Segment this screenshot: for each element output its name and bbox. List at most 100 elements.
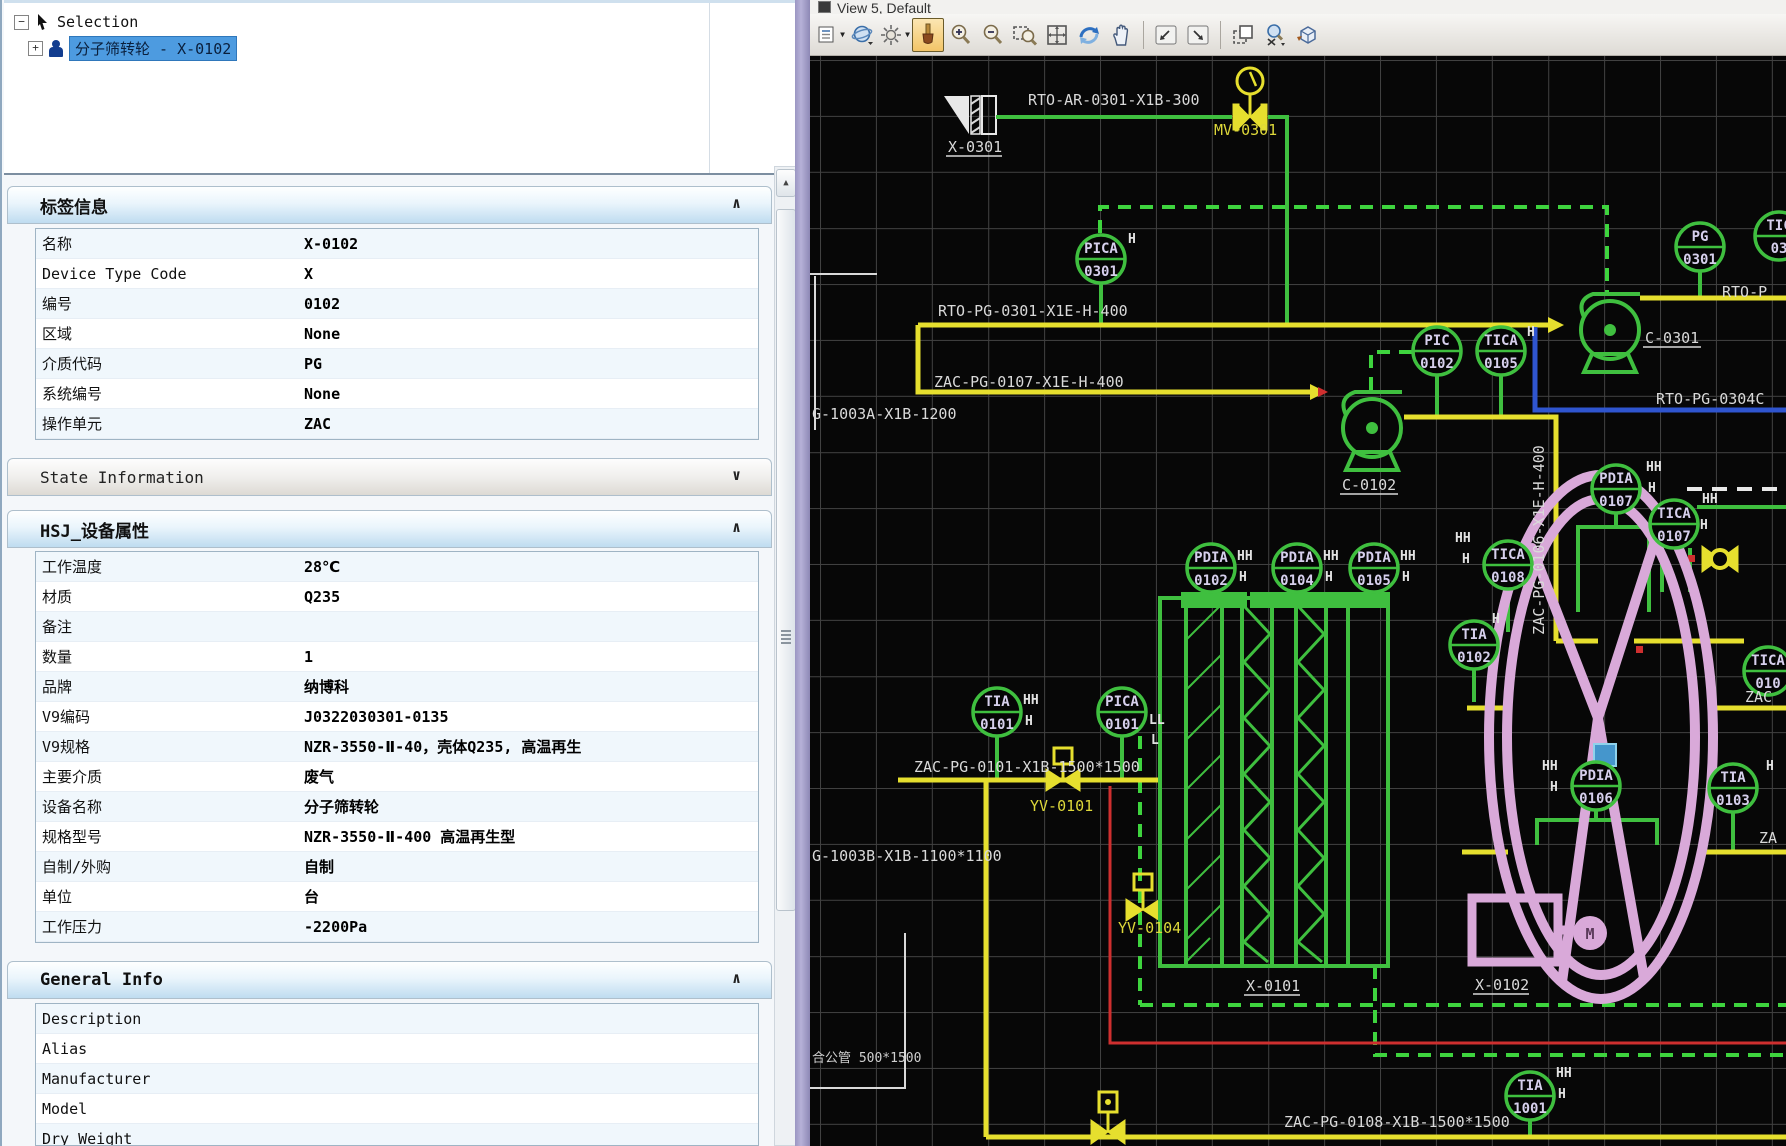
zoom-window-icon[interactable] (1010, 19, 1040, 51)
instrument-PG-0301[interactable]: PG 0301 (1676, 223, 1724, 271)
view-list-icon[interactable]: ▼ (816, 19, 846, 51)
zoom-in-icon[interactable] (946, 19, 976, 51)
section-header-tag-info[interactable]: 标签信息 ∧ (7, 186, 772, 224)
pid-drawing: M PICA 0301 H PG 0301 (810, 56, 1786, 1146)
view-previous-icon[interactable] (1151, 19, 1181, 51)
collapse-chevron-icon[interactable]: ∧ (732, 194, 741, 212)
hsj-table: 工作温度28℃ 材质Q235 备注 数量1 品牌纳博科 V9编码J0322030… (35, 551, 759, 943)
property-row[interactable]: 自制/外购自制 (36, 852, 758, 882)
property-row[interactable]: 区域None (36, 319, 758, 349)
tree-node-x0102[interactable]: + 分子筛转轮 - X-0102 (28, 37, 237, 59)
instrument-TICA-0107[interactable]: TICA 0107 (1650, 500, 1698, 548)
zoom-section-icon[interactable] (1260, 19, 1290, 51)
panel-splitter[interactable] (795, 0, 810, 1146)
equipment-X-0301[interactable] (944, 96, 996, 134)
svg-text:HH: HH (1323, 549, 1339, 564)
collapse-chevron-icon[interactable]: ∧ (732, 969, 741, 987)
property-row[interactable]: 设备名称分子筛转轮 (36, 792, 758, 822)
svg-text:L: L (1151, 733, 1159, 748)
paint-select-icon[interactable] (912, 18, 944, 52)
scroll-up-icon[interactable]: ▲ (776, 169, 796, 197)
property-row[interactable]: V9编码J0322030301-0135 (36, 702, 758, 732)
svg-text:0101: 0101 (1105, 717, 1139, 733)
equipment-X-0101[interactable] (1160, 594, 1388, 966)
instrument-TIC-03[interactable]: TIC 03 (1755, 212, 1786, 260)
pan-hand-icon[interactable] (1106, 19, 1136, 51)
valve-control-right[interactable] (1702, 546, 1738, 572)
section-header-general-info[interactable]: General Info ∧ (7, 961, 772, 999)
tree-collapse-icon[interactable]: − (14, 15, 29, 30)
instrument-PICA-0301[interactable]: PICA 0301 (1077, 235, 1125, 283)
svg-text:PIC: PIC (1424, 333, 1449, 349)
render-sun-icon[interactable]: ▼ (880, 19, 910, 51)
property-row[interactable]: V9规格NZR-3550-Ⅱ-40，壳体Q235, 高温再生 (36, 732, 758, 762)
equipment-C-0102[interactable] (1343, 392, 1402, 470)
instrument-TICA-0108[interactable]: TICA 0108 (1484, 541, 1532, 589)
orbit-icon[interactable] (1074, 19, 1104, 51)
property-row[interactable]: 介质代码PG (36, 349, 758, 379)
property-row[interactable]: 主要介质废气 (36, 762, 758, 792)
property-row[interactable]: Manufacturer (36, 1064, 758, 1094)
equipment-C-0301[interactable] (1581, 294, 1640, 372)
sidebar-scrollbar[interactable]: ▲ (774, 166, 796, 1146)
svg-text:H: H (1527, 325, 1535, 340)
pid-canvas[interactable]: M PICA 0301 H PG 0301 (810, 56, 1786, 1146)
property-row[interactable]: 操作单元ZAC (36, 409, 758, 439)
zoom-out-icon[interactable] (978, 19, 1008, 51)
instrument-PDIA-0106[interactable]: PDIA 0106 (1572, 762, 1620, 810)
instrument-TIA-0102[interactable]: TIA 0102 (1450, 621, 1498, 669)
property-row[interactable]: 名称X-0102 (36, 229, 758, 259)
svg-text:H: H (1700, 518, 1708, 533)
property-row[interactable]: Description (36, 1004, 758, 1034)
svg-text:PG: PG (1692, 229, 1709, 245)
property-row[interactable]: 工作温度28℃ (36, 552, 758, 582)
svg-text:TIA: TIA (1720, 770, 1746, 786)
svg-text:TIC: TIC (1766, 218, 1786, 234)
tree-expand-icon[interactable]: + (28, 41, 43, 56)
instrument-TIA-0103[interactable]: TIA 0103 (1709, 764, 1757, 812)
tree-root-selection[interactable]: − Selection (14, 11, 138, 33)
svg-text:TICA: TICA (1657, 506, 1691, 522)
expand-chevron-icon[interactable]: ∨ (732, 466, 741, 484)
section-header-hsj[interactable]: HSJ_设备属性 ∧ (7, 510, 772, 548)
isolate-box-icon[interactable] (1292, 19, 1322, 51)
property-row[interactable]: 规格型号NZR-3550-Ⅱ-400 高温再生型 (36, 822, 758, 852)
svg-text:H: H (1128, 232, 1136, 247)
instrument-PDIA-0105[interactable]: PDIA 0105 (1350, 544, 1398, 592)
property-row[interactable]: Model (36, 1094, 758, 1124)
property-row[interactable]: Device Type CodeX (36, 259, 758, 289)
property-row[interactable]: 备注 (36, 612, 758, 642)
svg-text:TICA: TICA (1491, 547, 1525, 563)
instrument-TIA-1001[interactable]: TIA 1001 (1506, 1072, 1554, 1120)
property-row[interactable]: Dry Weight (36, 1124, 758, 1146)
property-row[interactable]: 材质Q235 (36, 582, 758, 612)
property-row[interactable]: 单位台 (36, 882, 758, 912)
zoom-extents-icon[interactable] (1042, 19, 1072, 51)
instrument-PDIA-0104[interactable]: PDIA 0104 (1273, 544, 1321, 592)
svg-text:HH: HH (1702, 492, 1718, 507)
property-row[interactable]: 编号0102 (36, 289, 758, 319)
instrument-PDIA-0107[interactable]: PDIA 0107 (1592, 465, 1640, 513)
instrument-PICA-0101[interactable]: PICA 0101 (1098, 688, 1146, 736)
property-row[interactable]: 数量1 (36, 642, 758, 672)
property-row[interactable]: 系统编号None (36, 379, 758, 409)
viewport-copy-icon[interactable] (1228, 19, 1258, 51)
view-titlebar: View 5, Default (810, 0, 1786, 14)
instrument-TICA-0105[interactable]: TICA 0105 (1477, 327, 1525, 375)
view-next-icon[interactable] (1183, 19, 1213, 51)
property-row[interactable]: 品牌纳博科 (36, 672, 758, 702)
instrument-PDIA-0102[interactable]: PDIA 0102 (1187, 544, 1235, 592)
collapse-chevron-icon[interactable]: ∧ (732, 518, 741, 536)
svg-text:PICA: PICA (1105, 694, 1139, 710)
pipe-label: RTO-PG-0304C (1656, 390, 1764, 408)
property-row[interactable]: 工作压力-2200Pa (36, 912, 758, 942)
property-row[interactable]: Alias (36, 1034, 758, 1064)
instrument-PIC-0102[interactable]: PIC 0102 (1413, 327, 1461, 375)
scrollbar-thumb[interactable] (776, 209, 796, 911)
valve-YV-0104[interactable] (1126, 874, 1160, 921)
section-header-state-info[interactable]: State Information ∨ (7, 458, 772, 496)
pipe-label: ZAC (1745, 688, 1772, 706)
instrument-TIA-0101[interactable]: TIA 0101 (973, 688, 1021, 736)
svg-text:HH: HH (1237, 549, 1253, 564)
orbit-sphere-icon[interactable] (848, 19, 878, 51)
